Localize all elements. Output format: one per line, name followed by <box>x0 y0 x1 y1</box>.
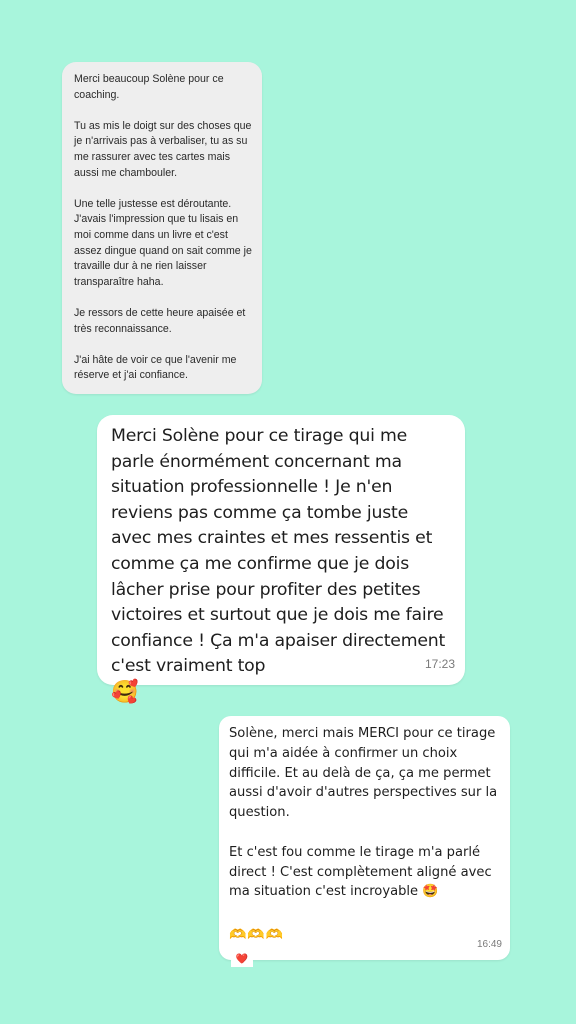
message-bubble-coaching: Merci beaucoup Solène pour ce coaching. … <box>62 62 262 394</box>
message-paragraph: Une telle justesse est déroutante. J'ava… <box>74 197 252 288</box>
message-bubble-tirage-pro: Merci Solène pour ce tirage qui me parle… <box>97 415 465 705</box>
heart-hands-emoji-icon: 🫶🫶🫶 <box>229 927 285 943</box>
heart-reaction-icon[interactable]: ❤️ <box>231 953 253 967</box>
smiling-hearts-emoji-icon: 🥰 <box>111 679 139 705</box>
message-paragraph: Tu as mis le doigt sur des choses que je… <box>74 119 252 179</box>
message-paragraph: Et c'est fou comme le tirage m'a parlé d… <box>229 844 492 900</box>
message-timestamp: 16:49 <box>476 939 502 951</box>
message-paragraph: Solène, merci mais MERCI pour ce tirage … <box>229 726 498 821</box>
message-paragraph: J'ai hâte de voir ce que l'avenir me rés… <box>74 353 237 382</box>
message-text: Merci Solène pour ce tirage qui me parle… <box>111 426 446 677</box>
message-paragraph: Je ressors de cette heure apaisée et trè… <box>74 306 246 335</box>
message-bubble-choix-difficile: Solène, merci mais MERCI pour ce tirage … <box>219 716 510 960</box>
message-paragraph: Merci beaucoup Solène pour ce coaching. <box>74 73 224 101</box>
message-timestamp: 17:23 <box>424 657 455 672</box>
